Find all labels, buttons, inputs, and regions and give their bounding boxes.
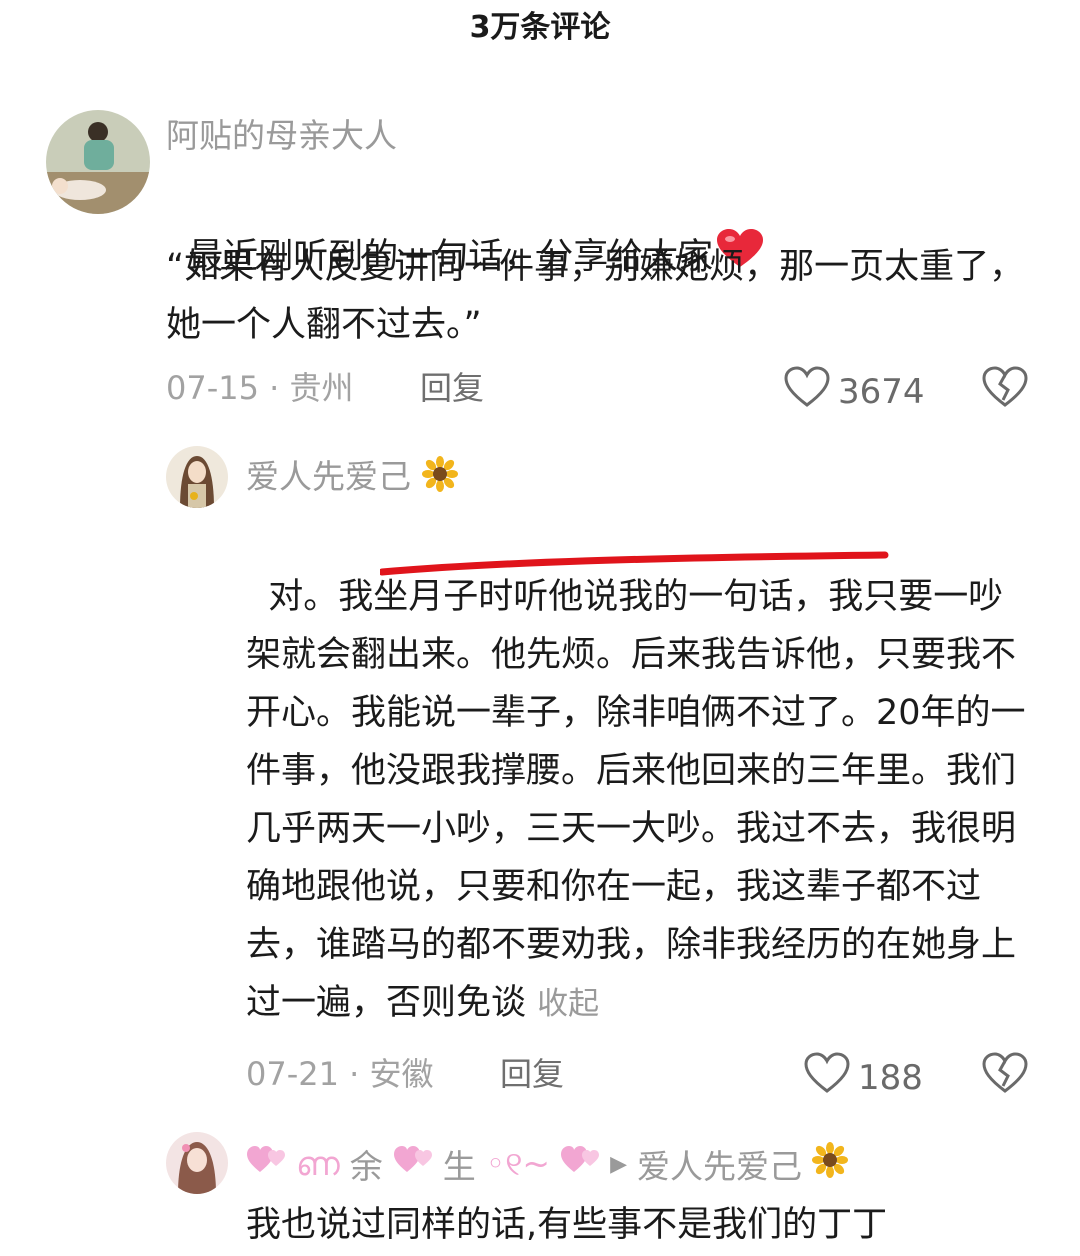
reply-location: 安徽 [369, 1055, 434, 1093]
dislike-button[interactable] [982, 1052, 1028, 1098]
replied-to-username[interactable]: 爱人先爱己 [637, 1140, 802, 1188]
sunflower-icon [421, 456, 458, 501]
reply-arrow-icon: ▶ [610, 1151, 627, 1177]
reply-text-content: 对。我坐月子时听他说我的一句话，我只要一吵架就会翻出来。他先烦。后来我告诉他，只… [246, 577, 1026, 1023]
pink-hearts-icon [393, 1144, 433, 1184]
like-count: 3674 [838, 371, 925, 412]
reply-button[interactable]: 回复 [500, 1054, 564, 1094]
reply-username-text: 爱人先爱己 [246, 457, 411, 496]
reply-text: 我也说过同样的话,有些事不是我们的丁丁 [246, 1205, 888, 1245]
like-button[interactable]: 3674 [784, 366, 925, 417]
comment-date: 07-15 [166, 369, 259, 407]
dislike-button[interactable] [982, 366, 1028, 412]
collapse-button[interactable]: 收起 [537, 986, 599, 1022]
reply-button[interactable]: 回复 [420, 368, 484, 408]
reply-username-b: 生 [442, 1147, 476, 1186]
reply-avatar[interactable] [166, 446, 228, 508]
red-underline-annotation [380, 551, 889, 576]
like-count: 188 [858, 1057, 923, 1098]
broken-heart-icon [982, 366, 1028, 412]
reply-date: 07-21 [246, 1055, 339, 1093]
reply-username-row[interactable]: ണ 余 生 ◦୧~ ▶ 爱人先爱己 [246, 1140, 848, 1188]
comment-username[interactable]: 阿贴的母亲大人 [166, 116, 397, 156]
pink-hearts-icon [246, 1144, 286, 1184]
reply-avatar[interactable] [166, 1132, 228, 1194]
sunflower-icon [812, 1142, 848, 1186]
comment-meta: 07-15 · 贵州 [166, 369, 354, 407]
reply-username[interactable]: 爱人先爱己 [246, 456, 458, 501]
decor-glyph: ◦୧~ [485, 1144, 551, 1183]
heart-outline-icon [784, 366, 830, 417]
like-button[interactable]: 188 [804, 1052, 923, 1103]
comment-quote: “如果有人反复讲同一件事，别嫌她烦，那一页太重了，她一个人翻不过去。” [166, 247, 1025, 345]
reply-username-a: 余 [349, 1147, 383, 1186]
avatar[interactable] [46, 110, 150, 214]
comment-location: 贵州 [289, 369, 354, 407]
reply-text: 对。我坐月子时听他说我的一句话，我只要一吵架就会翻出来。他先烦。后来我告诉他，只… [246, 510, 1036, 1033]
reply-meta: 07-21 · 安徽 [246, 1055, 434, 1093]
heart-outline-icon [804, 1052, 850, 1103]
broken-heart-icon [982, 1052, 1028, 1098]
decor-glyph: ണ [296, 1144, 340, 1183]
comments-count-title: 3万条评论 [469, 10, 611, 45]
pink-hearts-icon [560, 1144, 600, 1184]
